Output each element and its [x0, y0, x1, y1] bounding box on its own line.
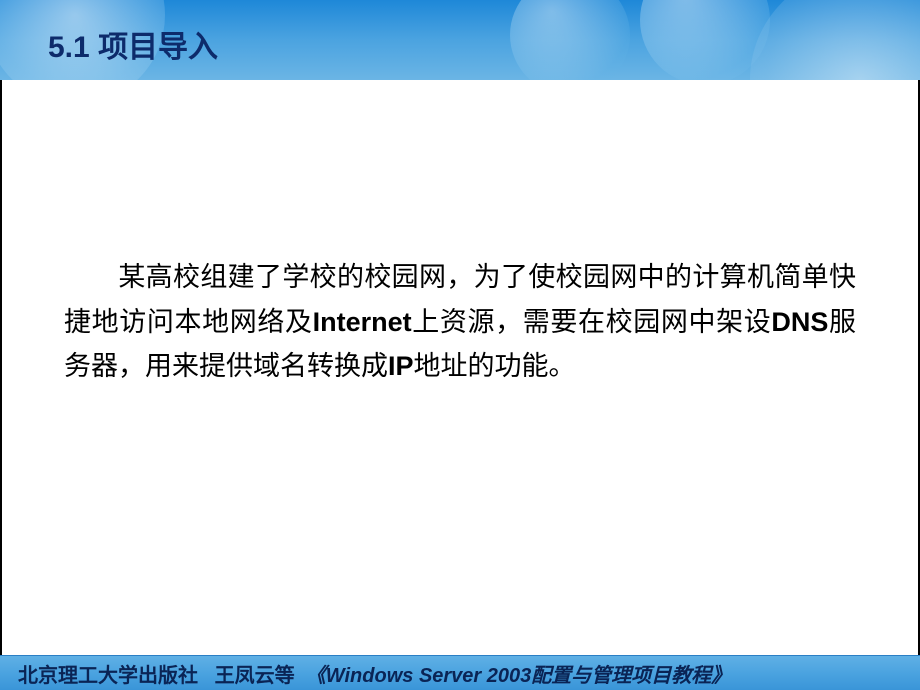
author-name: 王凤云等 — [215, 665, 295, 687]
slide-content: 某高校组建了学校的校园网，为了使校园网中的计算机简单快捷地访问本地网络及Inte… — [0, 80, 920, 655]
term-ip: IP — [388, 351, 414, 381]
term-internet: Internet — [313, 307, 412, 337]
book-title: 《Windows Server 2003配置与管理项目教程》 — [306, 665, 731, 687]
decorative-bubble — [510, 0, 630, 80]
slide-footer: 北京理工大学出版社 王凤云等 《Windows Server 2003配置与管理… — [0, 655, 920, 690]
section-number: 5.1 — [48, 31, 90, 64]
section-title-text: 项目导入 — [98, 31, 218, 64]
slide-header: 5.1 项目导入 — [0, 0, 920, 80]
text-segment: 地址的功能。 — [414, 351, 576, 381]
decorative-bubble — [640, 0, 770, 80]
footer-content: 北京理工大学出版社 王凤云等 《Windows Server 2003配置与管理… — [18, 659, 731, 688]
body-paragraph: 某高校组建了学校的校园网，为了使校园网中的计算机简单快捷地访问本地网络及Inte… — [64, 255, 856, 389]
publisher-name: 北京理工大学出版社 — [18, 665, 198, 687]
text-segment: 上资源，需要在校园网中架设 — [412, 307, 772, 337]
section-title: 5.1 项目导入 — [48, 22, 218, 66]
term-dns: DNS — [771, 307, 828, 337]
